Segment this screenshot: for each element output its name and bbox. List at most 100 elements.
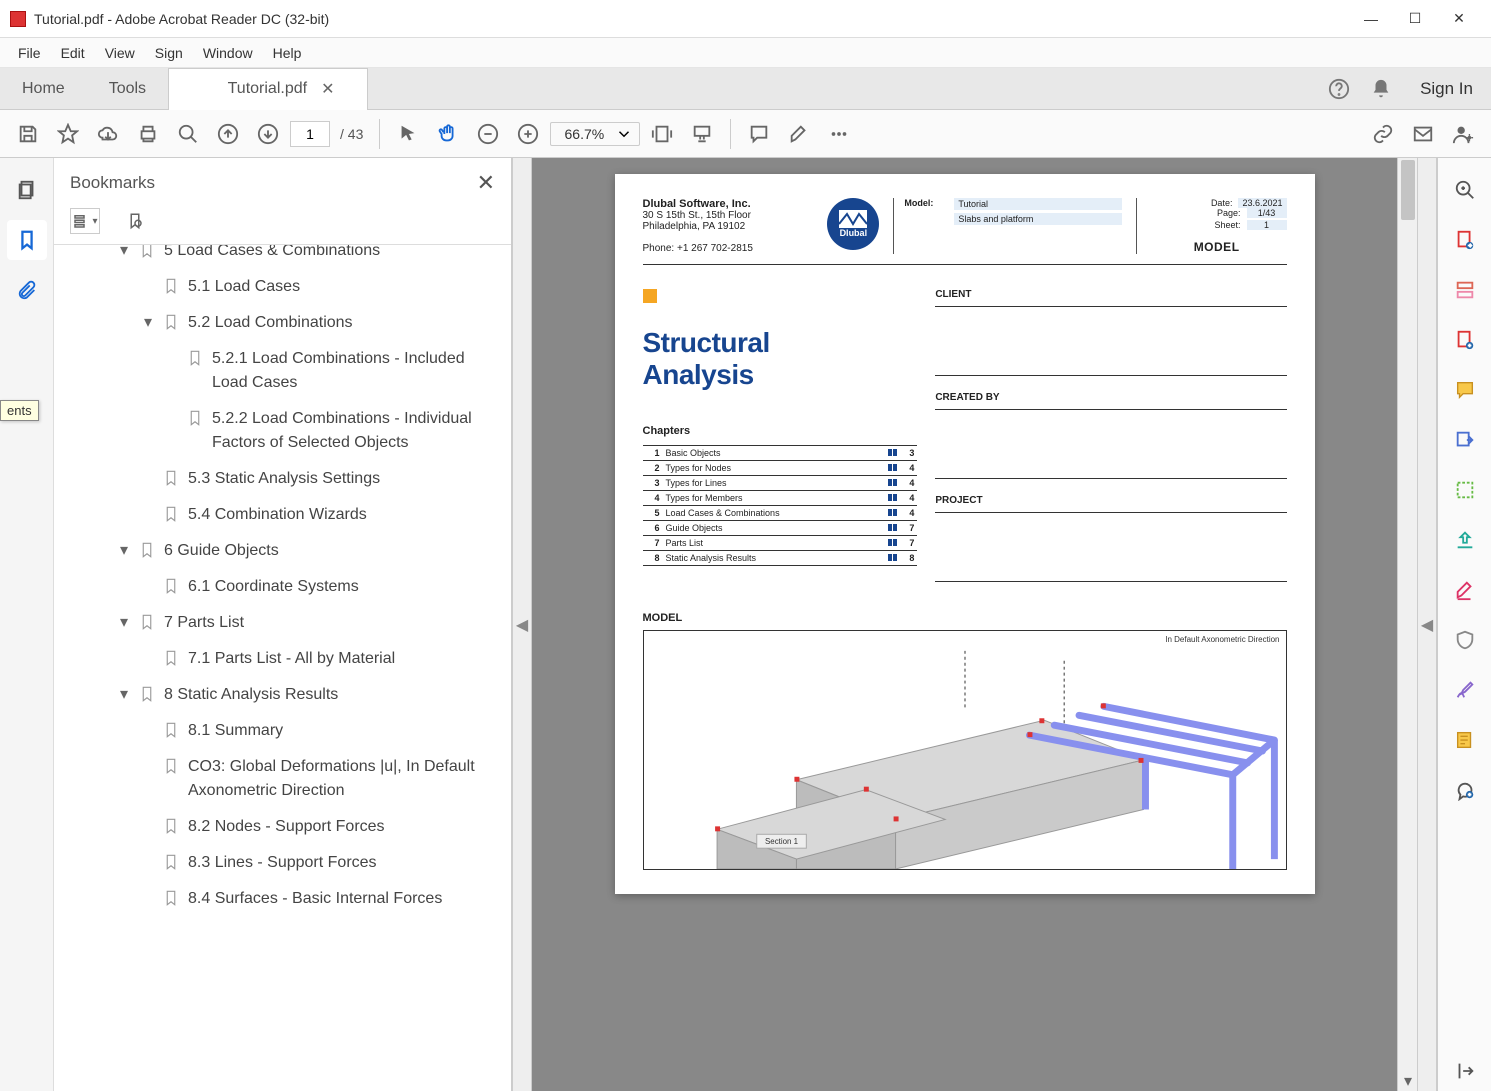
bookmark-item[interactable]: 5.2.2 Load Combinations - Individual Fac…: [54, 401, 511, 461]
bookmarks-list[interactable]: ▾5 Load Cases & Combinations5.1 Load Cas…: [54, 245, 511, 1091]
bookmark-item[interactable]: CO3: Global Deformations |u|, In Default…: [54, 749, 511, 809]
bookmark-item[interactable]: 6.1 Coordinate Systems: [54, 569, 511, 605]
menu-window[interactable]: Window: [193, 41, 263, 65]
page-number-input[interactable]: [290, 121, 330, 147]
vertical-scrollbar[interactable]: ▴ ▾: [1397, 158, 1417, 1091]
menu-view[interactable]: View: [95, 41, 145, 65]
comment-tool-icon[interactable]: [1445, 370, 1485, 410]
chevron-icon[interactable]: ▾: [114, 611, 134, 635]
chevron-icon[interactable]: ▾: [138, 311, 158, 335]
scrollbar-thumb[interactable]: [1401, 160, 1415, 220]
save-icon[interactable]: [10, 116, 46, 152]
notifications-button[interactable]: [1360, 68, 1402, 110]
bookmark-item[interactable]: ▾7 Parts List: [54, 605, 511, 641]
edit-pdf-icon[interactable]: [1445, 270, 1485, 310]
bookmark-item[interactable]: ▾ 8 Static Analysis Results: [54, 677, 511, 713]
window-title: Tutorial.pdf - Adobe Acrobat Reader DC (…: [34, 11, 1349, 27]
more-tools-icon[interactable]: [821, 116, 857, 152]
bookmark-label: 5.2.1 Load Combinations - Included Load …: [212, 347, 501, 395]
comment-icon[interactable]: [741, 116, 777, 152]
scroll-down-icon[interactable]: ▾: [1398, 1071, 1417, 1091]
rail-collapse-handle[interactable]: ◀: [1417, 158, 1437, 1091]
bookmark-item[interactable]: 5.4 Combination Wizards: [54, 497, 511, 533]
tab-close-icon[interactable]: ✕: [321, 79, 334, 99]
tab-document[interactable]: Tutorial.pdf ✕: [168, 68, 368, 110]
find-bookmark-icon[interactable]: [120, 208, 150, 234]
help-button[interactable]: [1318, 68, 1360, 110]
prev-page-icon[interactable]: [210, 116, 246, 152]
menu-sign[interactable]: Sign: [145, 41, 193, 65]
chevron-down-icon: [615, 125, 633, 143]
export-pdf-icon[interactable]: [1445, 220, 1485, 260]
bookmark-item[interactable]: 8.1 Summary: [54, 713, 511, 749]
thumbnails-panel-icon[interactable]: [7, 170, 47, 210]
fit-view-icon[interactable]: [644, 116, 680, 152]
doc-addr1: 30 S 15th St., 15th Floor: [643, 210, 751, 221]
bookmark-item[interactable]: ▾5.2 Load Combinations: [54, 305, 511, 341]
bookmark-label: 8.2 Nodes - Support Forces: [188, 815, 501, 839]
bookmark-item[interactable]: 5.2.1 Load Combinations - Included Load …: [54, 341, 511, 401]
highlight-icon[interactable]: [781, 116, 817, 152]
bookmarks-panel: Bookmarks ✕ ▾ ▾5 Load Cases & Combinatio…: [54, 158, 512, 1091]
bookmark-item[interactable]: 5.1 Load Cases: [54, 269, 511, 305]
attachments-panel-icon[interactable]: [7, 270, 47, 310]
protect-icon[interactable]: [1445, 620, 1485, 660]
link-icon[interactable]: [1365, 116, 1401, 152]
bookmark-label: 6 Guide Objects: [164, 539, 501, 563]
bookmarks-title: Bookmarks: [70, 173, 155, 193]
next-page-icon[interactable]: [250, 116, 286, 152]
panel-collapse-handle[interactable]: ◀: [512, 158, 532, 1091]
bookmark-label: 8.4 Surfaces - Basic Internal Forces: [188, 887, 501, 911]
panel-close-icon[interactable]: ✕: [477, 170, 495, 196]
document-view[interactable]: Dlubal Software, Inc. 30 S 15th St., 15t…: [532, 158, 1417, 1091]
redact-icon[interactable]: [1445, 570, 1485, 610]
zoom-in-icon[interactable]: [510, 116, 546, 152]
chevron-icon[interactable]: ▾: [114, 539, 134, 563]
bookmark-item[interactable]: 7.1 Parts List - All by Material: [54, 641, 511, 677]
bookmark-item[interactable]: 8.2 Nodes - Support Forces: [54, 809, 511, 845]
bookmark-label: 8 Static Analysis Results: [164, 683, 501, 707]
bookmark-options-icon[interactable]: ▾: [70, 208, 100, 234]
chapter-row: 5Load Cases & Combinations4: [643, 506, 918, 521]
fill-sign-icon[interactable]: [1445, 670, 1485, 710]
create-pdf-icon[interactable]: [1445, 320, 1485, 360]
email-icon[interactable]: [1405, 116, 1441, 152]
chapter-row: 6Guide Objects7: [643, 521, 918, 536]
search-icon[interactable]: [170, 116, 206, 152]
search-tool-icon[interactable]: [1445, 170, 1485, 210]
menu-help[interactable]: Help: [263, 41, 312, 65]
left-rail: [0, 158, 54, 1091]
cloud-icon[interactable]: [90, 116, 126, 152]
combine-files-icon[interactable]: [1445, 420, 1485, 460]
print-icon[interactable]: [130, 116, 166, 152]
bookmark-item[interactable]: 8.3 Lines - Support Forces: [54, 845, 511, 881]
zoom-dropdown[interactable]: 66.7%: [550, 122, 640, 146]
bookmarks-panel-icon[interactable]: [7, 220, 47, 260]
more-tools-right-icon[interactable]: [1445, 770, 1485, 810]
bookmark-item[interactable]: ▾5 Load Cases & Combinations: [54, 245, 511, 269]
zoom-out-icon[interactable]: [470, 116, 506, 152]
compress-pdf-icon[interactable]: [1445, 520, 1485, 560]
pointer-tool-icon[interactable]: [390, 116, 426, 152]
chevron-icon[interactable]: ▾: [114, 245, 134, 263]
organize-pages-icon[interactable]: [1445, 470, 1485, 510]
expand-rail-icon[interactable]: [1445, 1051, 1485, 1091]
read-mode-icon[interactable]: [684, 116, 720, 152]
hand-tool-icon[interactable]: [430, 116, 466, 152]
title-bar: Tutorial.pdf - Adobe Acrobat Reader DC (…: [0, 0, 1491, 38]
share-user-icon[interactable]: [1445, 116, 1481, 152]
chevron-icon[interactable]: ▾: [114, 683, 134, 707]
send-comments-icon[interactable]: [1445, 720, 1485, 760]
sign-in-button[interactable]: Sign In: [1402, 68, 1491, 110]
bookmark-item[interactable]: 5.3 Static Analysis Settings: [54, 461, 511, 497]
bookmark-item[interactable]: ▾ 6 Guide Objects: [54, 533, 511, 569]
bookmark-item[interactable]: 8.4 Surfaces - Basic Internal Forces: [54, 881, 511, 917]
minimize-button[interactable]: ―: [1349, 4, 1393, 34]
menu-file[interactable]: File: [8, 41, 51, 65]
maximize-button[interactable]: ☐: [1393, 4, 1437, 34]
tab-home[interactable]: Home: [0, 68, 87, 110]
tab-tools[interactable]: Tools: [87, 68, 168, 110]
close-window-button[interactable]: ✕: [1437, 4, 1481, 34]
star-icon[interactable]: [50, 116, 86, 152]
menu-edit[interactable]: Edit: [51, 41, 95, 65]
